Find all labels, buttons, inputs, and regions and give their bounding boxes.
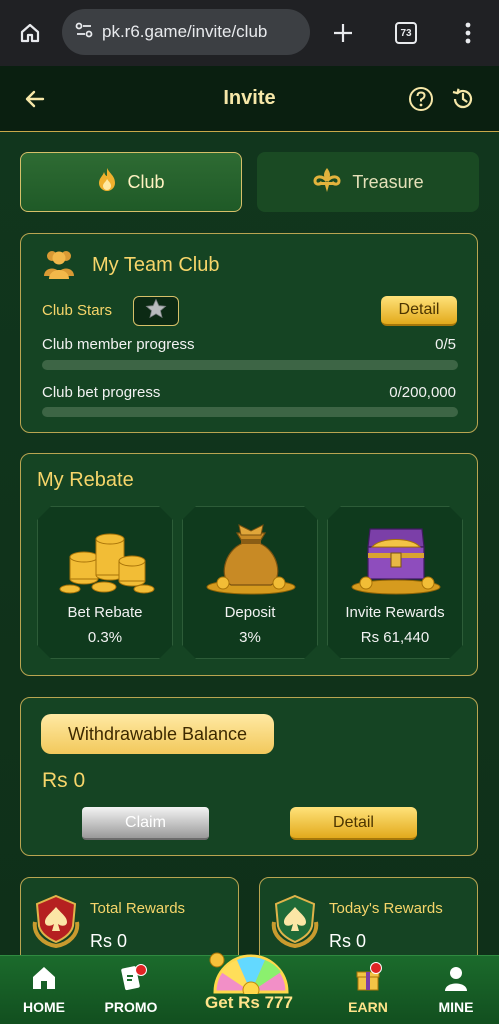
url-text[interactable]: pk.r6.game/invite/club: [102, 22, 267, 42]
treasure-chest-icon: [346, 517, 446, 597]
address-bar[interactable]: pk.r6.game/invite/club: [62, 9, 310, 55]
money-bag-icon: [201, 517, 301, 597]
member-progress-label: Club member progress: [42, 336, 195, 353]
tab-club-label: Club: [127, 171, 165, 192]
more-menu-icon[interactable]: [448, 13, 488, 53]
rebate-tile-bet[interactable]: Bet Rebate 0.3%: [37, 506, 173, 659]
today-rewards-label: Today's Rewards: [329, 900, 443, 917]
history-icon[interactable]: [448, 84, 478, 114]
star-icon: [145, 298, 167, 325]
rebate-bet-name: Bet Rebate: [67, 604, 143, 621]
club-stars-label: Club Stars: [42, 302, 113, 319]
home-icon: [30, 964, 58, 992]
member-progress-value: 0/5: [435, 336, 456, 353]
rebate-tile-deposit[interactable]: Deposit 3%: [182, 506, 318, 659]
rebate-title: My Rebate: [37, 469, 134, 491]
nav-mine[interactable]: MINE: [416, 956, 496, 1024]
team-club-card: My Team Club Club Stars Detail Club memb…: [20, 233, 478, 433]
tab-switcher-button[interactable]: 73: [386, 13, 426, 53]
prize-wheel-icon: [209, 944, 293, 999]
flame-icon: [97, 167, 117, 198]
tab-treasure-label: Treasure: [352, 171, 424, 192]
total-rewards-label: Total Rewards: [90, 900, 186, 917]
nav-get-rs-777[interactable]: Get Rs 777: [189, 952, 309, 1024]
balance-card: Withdrawable Balance Rs 0 Claim Detail: [20, 697, 478, 856]
page-title: Invite: [223, 87, 276, 109]
promo-notification-dot: [135, 964, 147, 976]
team-icon: [41, 246, 77, 287]
today-rewards-value: Rs 0: [329, 931, 367, 951]
rebate-card: My Rebate Bet Rebate 0.3% Deposit 3% Inv…: [20, 453, 478, 676]
nav-mine-label: MINE: [438, 999, 474, 1015]
rebate-invite-name: Invite Rewards: [345, 604, 445, 621]
withdrawable-balance-badge: Withdrawable Balance: [41, 714, 274, 754]
rebate-invite-value: Rs 61,440: [360, 629, 430, 646]
back-arrow-icon[interactable]: [20, 84, 50, 114]
rebate-bet-value: 0.3%: [87, 629, 123, 646]
tab-treasure[interactable]: Treasure: [257, 152, 479, 212]
bottom-nav: HOME PROMO Get Rs 777 EARN MINE: [0, 952, 499, 1024]
help-icon[interactable]: [406, 84, 436, 114]
balance-amount: Rs 0: [42, 769, 86, 792]
fleur-de-lis-icon: [312, 167, 342, 198]
tab-count: 73: [395, 22, 417, 44]
nav-promo[interactable]: PROMO: [91, 956, 171, 1024]
earn-notification-dot: [370, 962, 382, 974]
member-progress-bar: [42, 360, 458, 370]
coin-stacks-icon: [56, 517, 156, 597]
home-icon[interactable]: [10, 13, 50, 53]
user-icon: [442, 964, 470, 992]
rebate-tile-invite[interactable]: Invite Rewards Rs 61,440: [327, 506, 463, 659]
tab-club[interactable]: Club: [20, 152, 242, 212]
balance-detail-button[interactable]: Detail: [290, 807, 417, 840]
nav-earn[interactable]: EARN: [328, 956, 408, 1024]
bet-progress-value: 0/200,000: [389, 384, 456, 401]
bet-progress-label: Club bet progress: [42, 384, 161, 401]
rebate-deposit-value: 3%: [239, 629, 261, 646]
site-settings-icon[interactable]: [74, 20, 94, 45]
club-detail-button[interactable]: Detail: [381, 296, 457, 326]
nav-get-rs-777-label: Get Rs 777: [205, 993, 293, 1012]
team-club-title: My Team Club: [92, 254, 220, 276]
rebate-deposit-name: Deposit: [224, 604, 276, 621]
nav-promo-label: PROMO: [104, 999, 158, 1015]
nav-home-label: HOME: [23, 999, 65, 1015]
main-content: Club Treasure My Team Club Club Stars De…: [0, 132, 499, 967]
spade-medal-red-icon: [29, 892, 83, 953]
nav-home[interactable]: HOME: [4, 956, 84, 1024]
total-rewards-value: Rs 0: [90, 931, 128, 951]
total-rewards-card: Total Rewards Rs 0: [20, 877, 239, 967]
browser-toolbar: pk.r6.game/invite/club 73: [0, 0, 499, 66]
new-tab-icon[interactable]: [323, 13, 363, 53]
club-stars-badge: [133, 296, 179, 326]
claim-button[interactable]: Claim: [82, 807, 209, 840]
bet-progress-bar: [42, 407, 458, 417]
app-header: Invite: [0, 66, 499, 132]
nav-earn-label: EARN: [348, 999, 388, 1015]
withdrawable-balance-label: Withdrawable Balance: [67, 723, 248, 744]
